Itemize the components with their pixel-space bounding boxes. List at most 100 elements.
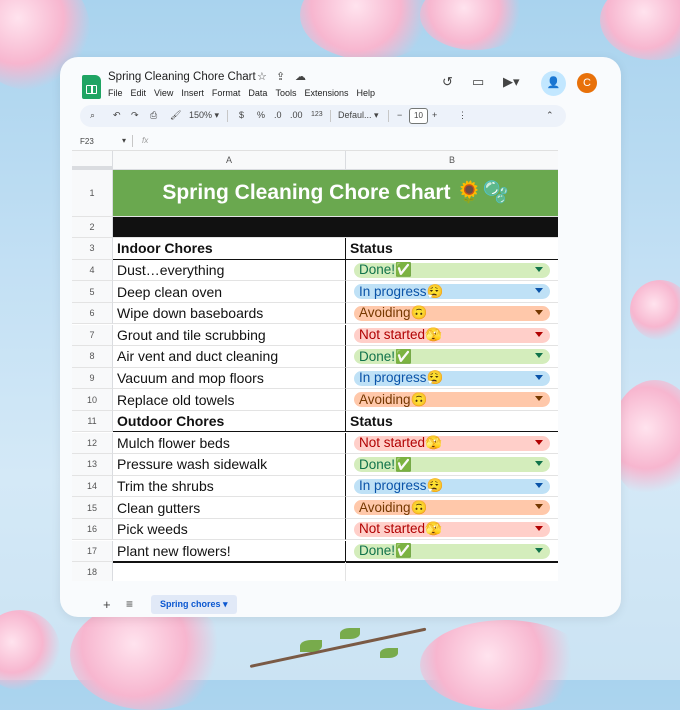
avatar[interactable]: C (577, 73, 597, 93)
menu-format[interactable]: Format (212, 88, 241, 98)
chore-cell[interactable]: Plant new flowers! (113, 540, 346, 563)
doc-title[interactable]: Spring Cleaning Chore Chart (108, 71, 256, 83)
collapse-toolbar-icon[interactable]: ⌃ (546, 110, 554, 121)
chore-cell[interactable]: Wipe down baseboards (113, 302, 346, 325)
chevron-down-icon[interactable] (535, 525, 543, 531)
status-dropdown-chip[interactable]: Not started🫣 (354, 435, 550, 451)
video-call-icon[interactable]: ▶▾ (503, 74, 520, 90)
percent-button[interactable]: % (257, 110, 265, 120)
row-header[interactable]: 16 (72, 518, 113, 541)
chore-cell[interactable]: Clean gutters (113, 497, 346, 519)
chevron-down-icon[interactable] (535, 331, 543, 337)
increase-decimal-button[interactable]: .00 (290, 110, 303, 120)
row-header[interactable]: 17 (72, 540, 113, 563)
search-icon[interactable]: ⌕ (90, 110, 95, 121)
row-header[interactable]: 4 (72, 259, 113, 282)
chevron-down-icon[interactable] (535, 288, 543, 294)
row-header[interactable]: 14 (72, 475, 113, 498)
menu-view[interactable]: View (154, 88, 173, 98)
history-icon[interactable]: ↺ (442, 74, 453, 90)
font-size-decrease-button[interactable]: − (397, 110, 402, 120)
menu-file[interactable]: File (108, 88, 123, 98)
chore-cell[interactable]: Vacuum and mop floors (113, 367, 346, 390)
chevron-down-icon[interactable] (535, 396, 543, 402)
status-dropdown-chip[interactable]: Done!✅ (354, 543, 550, 559)
chevron-down-icon[interactable] (535, 482, 543, 488)
status-dropdown-chip[interactable]: Done!✅ (354, 457, 550, 473)
menu-extensions[interactable]: Extensions (304, 88, 348, 98)
indoor-header-cell[interactable]: Indoor Chores (113, 238, 346, 260)
redo-icon[interactable]: ↷ (131, 110, 139, 121)
menu-insert[interactable]: Insert (181, 88, 204, 98)
status-dropdown-chip[interactable]: Avoiding🙃 (354, 392, 550, 408)
font-select[interactable]: Defaul... ▾ (338, 110, 379, 121)
chevron-down-icon[interactable] (535, 266, 543, 272)
comment-icon[interactable]: ▭ (472, 74, 484, 90)
status-header-cell[interactable]: Status (346, 238, 558, 260)
row-header[interactable]: 12 (72, 432, 113, 455)
column-header-b[interactable]: B (346, 151, 558, 170)
row-header[interactable]: 9 (72, 367, 113, 390)
status-dropdown-chip[interactable]: In progress😮‍💨 (354, 478, 550, 494)
row-header[interactable]: 2 (72, 216, 113, 239)
sheet-tab[interactable]: Spring chores ▾ (151, 595, 237, 614)
menu-help[interactable]: Help (356, 88, 375, 98)
menu-data[interactable]: Data (248, 88, 267, 98)
chore-cell[interactable]: Grout and tile scrubbing (113, 324, 346, 347)
sheet-title-cell[interactable]: Spring Cleaning Chore Chart 🌻🫧 (113, 170, 558, 217)
spreadsheet-grid[interactable]: A B 1 Spring Cleaning Chore Chart 🌻🫧 2 3 Ind… (72, 150, 558, 581)
status-dropdown-chip[interactable]: In progress😮‍💨 (354, 370, 550, 386)
paint-format-icon[interactable]: 🖌 (170, 110, 181, 121)
chore-cell[interactable]: Deep clean oven (113, 281, 346, 303)
move-to-drive-icon[interactable]: ⇪ (276, 70, 285, 83)
cloud-status-icon[interactable]: ☁ (295, 70, 306, 83)
decrease-decimal-button[interactable]: .0 (274, 110, 282, 120)
chevron-down-icon[interactable] (535, 461, 543, 467)
status-dropdown-chip[interactable]: Not started🫣 (354, 327, 550, 343)
row-header[interactable]: 8 (72, 346, 113, 368)
status-dropdown-chip[interactable]: In progress😮‍💨 (354, 284, 550, 300)
star-icon[interactable]: ☆ (257, 70, 267, 83)
menu-edit[interactable]: Edit (131, 88, 147, 98)
chore-cell[interactable]: Air vent and duct cleaning (113, 346, 346, 368)
chore-cell[interactable]: Pressure wash sidewalk (113, 454, 346, 476)
chevron-down-icon[interactable] (535, 353, 543, 359)
row-header[interactable]: 7 (72, 324, 113, 347)
chore-cell[interactable]: Pick weeds (113, 518, 346, 541)
empty-cell[interactable] (113, 562, 346, 581)
menu-tools[interactable]: Tools (275, 88, 296, 98)
chore-cell[interactable]: Trim the shrubs (113, 475, 346, 498)
black-separator-cell[interactable] (113, 216, 558, 239)
status-dropdown-chip[interactable]: Avoiding🙃 (354, 305, 550, 321)
add-sheet-icon[interactable]: + (103, 597, 111, 612)
more-options-icon[interactable]: ⋮ (458, 110, 467, 121)
row-header[interactable]: 13 (72, 454, 113, 476)
chore-cell[interactable]: Replace old towels (113, 389, 346, 411)
row-header[interactable]: 18 (72, 562, 113, 581)
row-header[interactable]: 3 (72, 238, 113, 260)
number-format-button[interactable]: 123 (311, 111, 323, 118)
chevron-down-icon[interactable] (535, 504, 543, 510)
corner-cell[interactable] (72, 151, 113, 170)
sheets-logo-icon[interactable] (82, 75, 101, 99)
status-header-cell[interactable]: Status (346, 411, 558, 433)
status-dropdown-chip[interactable]: Done!✅ (354, 262, 550, 278)
row-header[interactable]: 11 (72, 410, 113, 433)
share-button[interactable]: 👤 (541, 71, 566, 96)
name-box-dropdown-icon[interactable]: ▾ (122, 136, 126, 145)
row-header[interactable]: 15 (72, 497, 113, 519)
status-dropdown-chip[interactable]: Not started🫣 (354, 521, 550, 537)
empty-cell[interactable] (346, 562, 558, 581)
row-header[interactable]: 5 (72, 281, 113, 303)
undo-icon[interactable]: ↶ (113, 110, 121, 121)
chore-cell[interactable]: Dust…everything (113, 259, 346, 282)
chevron-down-icon[interactable] (535, 374, 543, 380)
all-sheets-icon[interactable]: ≡ (126, 597, 133, 611)
row-header[interactable]: 6 (72, 302, 113, 325)
chevron-down-icon[interactable] (535, 309, 543, 315)
status-dropdown-chip[interactable]: Done!✅ (354, 349, 550, 365)
row-header[interactable]: 10 (72, 389, 113, 411)
status-dropdown-chip[interactable]: Avoiding🙃 (354, 500, 550, 516)
outdoor-header-cell[interactable]: Outdoor Chores (113, 410, 346, 433)
chore-cell[interactable]: Mulch flower beds (113, 432, 346, 455)
